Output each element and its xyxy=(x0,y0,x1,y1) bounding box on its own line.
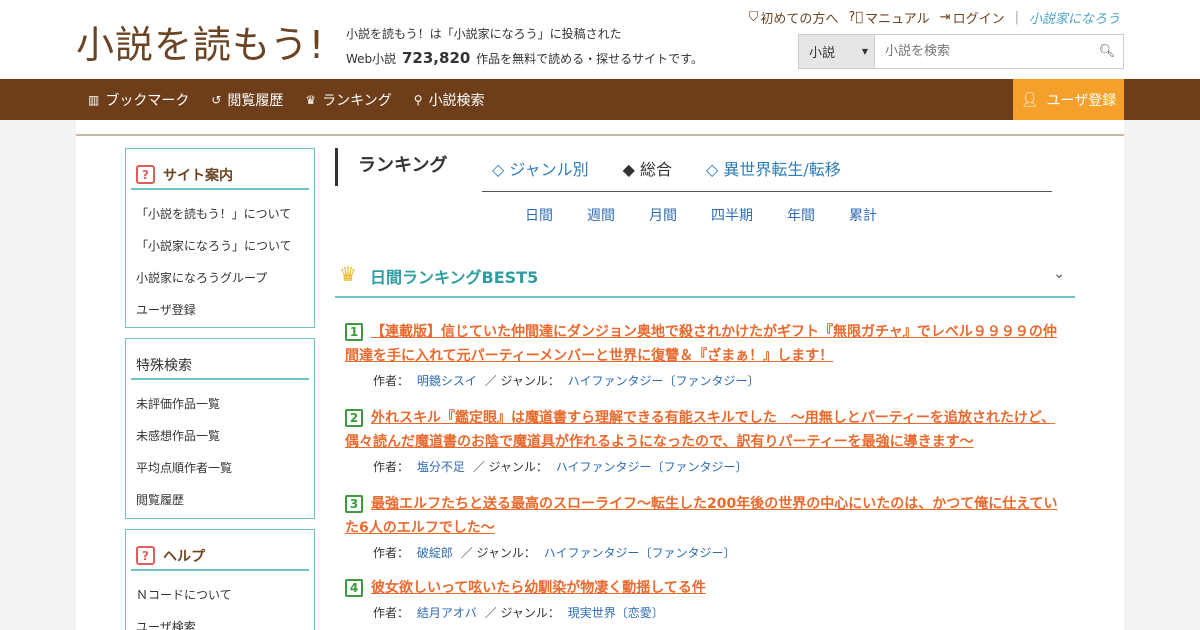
entry-meta: 作者： 明鏡シスイ ／ ジャンル： ハイファンタジー〔ファンタジー〕 xyxy=(373,374,760,388)
sidebar-item-about-yomou[interactable]: 「小説を読もう！」について xyxy=(136,198,314,230)
beginners-link[interactable]: ⛉ 初めての方へ xyxy=(749,8,839,27)
search-bar: 小説 ▼ 🔍︎ xyxy=(798,34,1124,69)
ranking-entry: 3 最強エルフたちと送る最高のスローライフ～転生した200年後の世界の中心にいたの… xyxy=(345,492,1070,561)
search-type-select[interactable]: 小説 ▼ xyxy=(799,35,875,68)
tab-underline xyxy=(482,191,1052,192)
chevron-down-icon[interactable]: ⌄ xyxy=(1053,266,1065,282)
genre-link[interactable]: ハイファンタジー〔ファンタジー〕 xyxy=(568,374,760,388)
special-search-heading: 特殊検索 xyxy=(131,351,309,380)
shield-icon: ⛉ xyxy=(748,10,759,25)
author-link[interactable]: 破綻郎 xyxy=(417,546,453,560)
entry-title-link[interactable]: 4 彼女欲しいって呟いたら幼馴染が物凄く動揺してる件 xyxy=(345,576,1070,600)
history-icon: ↺ xyxy=(211,92,222,107)
crown-icon: ♛ xyxy=(305,92,317,107)
tab-genre[interactable]: ◇ ジャンル別 xyxy=(492,156,589,180)
period-total[interactable]: 累計 xyxy=(849,205,877,225)
genre-link[interactable]: 現実世界〔恋愛〕 xyxy=(568,606,664,620)
genre-link[interactable]: ハイファンタジー〔ファンタジー〕 xyxy=(556,460,748,474)
ranking-entry: 1 【連載版】信じていた仲間達にダンジョン奥地で殺されかけたがギフト『無限ガチャ』… xyxy=(345,320,1070,389)
help-heading: ? ヘルプ xyxy=(131,542,309,571)
main-nav: ▥ ブックマーク ↺ 閲覧履歴 ♛ ランキング ⚲ 小説検索 👤︎ ユーザ登録 xyxy=(0,79,1200,120)
period-quarterly[interactable]: 四半期 xyxy=(711,205,753,225)
search-icon: 🔍︎ xyxy=(1098,44,1116,59)
search-icon: ⚲ xyxy=(413,92,423,107)
sidebar-item-user-register[interactable]: ユーザ登録 xyxy=(136,294,314,326)
crown-icon: ♛ xyxy=(339,262,357,286)
tab-overall[interactable]: ◆ 総合 xyxy=(623,156,672,180)
period-daily[interactable]: 日間 xyxy=(525,205,553,225)
period-links: 日間 週間 月間 四半期 年間 累計 xyxy=(525,205,911,225)
ranking-entry: 2 外れスキル『鑑定眼』は魔道書すら理解できる有能スキルでした ～用無しとパーティ… xyxy=(345,406,1070,475)
sidebar-item-about-narou[interactable]: 「小説家になろう」について xyxy=(136,230,314,262)
sidebar-item-no-review[interactable]: 未感想作品一覧 xyxy=(136,420,314,452)
content-divider xyxy=(76,134,1124,136)
nav-bookmark[interactable]: ▥ ブックマーク xyxy=(88,90,189,110)
tab-isekai[interactable]: ◇ 異世界転生/転移 xyxy=(706,156,841,180)
rank-badge: 1 xyxy=(345,323,363,341)
genre-link[interactable]: ハイファンタジー〔ファンタジー〕 xyxy=(544,546,736,560)
entry-title-link[interactable]: 3 最強エルフたちと送る最高のスローライフ～転生した200年後の世界の中心にいたの… xyxy=(345,492,1070,540)
question-icon: ? xyxy=(136,165,155,184)
register-button[interactable]: 👤︎ ユーザ登録 xyxy=(1013,79,1124,120)
sidebar-item-narou-group[interactable]: 小説家になろうグループ xyxy=(136,262,314,294)
narou-logo[interactable]: 小説家になろう xyxy=(1029,8,1120,27)
special-search-box: 特殊検索 未評価作品一覧 未感想作品一覧 平均点順作者一覧 閲覧履歴 xyxy=(125,338,315,519)
daily-best5-header[interactable]: ♛ 日間ランキングBEST5 ⌄ xyxy=(335,262,1075,298)
rank-badge: 3 xyxy=(345,495,363,513)
site-guide-box: ? サイト案内 「小説を読もう！」について 「小説家になろう」について 小説家に… xyxy=(125,148,315,328)
sidebar-item-user-search[interactable]: ユーザ検索 xyxy=(136,611,314,630)
best5-title: 日間ランキングBEST5 xyxy=(370,268,539,287)
entry-title-link[interactable]: 1 【連載版】信じていた仲間達にダンジョン奥地で殺されかけたがギフト『無限ガチャ』… xyxy=(345,320,1070,368)
entry-meta: 作者： 塩分不足 ／ ジャンル： ハイファンタジー〔ファンタジー〕 xyxy=(373,460,748,474)
tagline-suffix: 作品を無料で読める・探せるサイトです。 xyxy=(476,52,703,66)
rank-badge: 2 xyxy=(345,409,363,427)
sidebar-item-unrated[interactable]: 未評価作品一覧 xyxy=(136,388,314,420)
work-count: 723,820 xyxy=(402,49,471,67)
login-link[interactable]: ⇥ ログイン xyxy=(940,8,1005,27)
author-link[interactable]: 明鏡シスイ xyxy=(417,374,477,388)
sidebar-item-history[interactable]: 閲覧履歴 xyxy=(136,484,314,516)
period-yearly[interactable]: 年間 xyxy=(787,205,815,225)
site-tagline: 小説を読もう！は「小説家になろう」に投稿された Web小説 723,820 作品… xyxy=(346,22,703,71)
nav-search[interactable]: ⚲ 小説検索 xyxy=(414,90,485,110)
question-circle-icon: ?⃝ xyxy=(848,10,864,25)
site-guide-heading: ? サイト案内 xyxy=(131,161,309,190)
dropdown-arrow-icon: ▼ xyxy=(861,47,868,56)
site-logo[interactable]: 小説を読もう! xyxy=(76,14,325,69)
page-title: ランキング xyxy=(335,148,447,186)
user-icon: 👤︎ xyxy=(1020,91,1039,108)
bookmark-icon: ▥ xyxy=(88,92,100,107)
header-links: ⛉ 初めての方へ ?⃝ マニュアル ⇥ ログイン | 小説家になろう xyxy=(749,8,1120,27)
nav-ranking[interactable]: ♛ ランキング xyxy=(305,90,391,110)
sidebar-item-ncode[interactable]: Ｎコードについて xyxy=(136,579,314,611)
site-header: 小説を読もう! 小説を読もう！は「小説家になろう」に投稿された Web小説 72… xyxy=(0,0,1200,79)
ranking-tabs: ◇ ジャンル別 ◆ 総合 ◇ 異世界転生/転移 xyxy=(492,156,841,180)
content-area: ? サイト案内 「小説を読もう！」について 「小説家になろう」について 小説家に… xyxy=(76,120,1124,630)
search-input[interactable] xyxy=(875,35,1091,68)
period-monthly[interactable]: 月間 xyxy=(649,205,677,225)
login-icon: ⇥ xyxy=(939,10,951,25)
entry-meta: 作者： 結月アオバ ／ ジャンル： 現実世界〔恋愛〕 xyxy=(373,606,664,620)
question-icon: ? xyxy=(136,546,155,565)
help-box: ? ヘルプ Ｎコードについて ユーザ検索 xyxy=(125,529,315,630)
sidebar-item-avg-authors[interactable]: 平均点順作者一覧 xyxy=(136,452,314,484)
manual-link[interactable]: ?⃝ マニュアル xyxy=(848,8,929,27)
nav-history[interactable]: ↺ 閲覧履歴 xyxy=(211,90,283,110)
tagline-line1: 小説を読もう！は「小説家になろう」に投稿された xyxy=(346,27,622,41)
entry-title-link[interactable]: 2 外れスキル『鑑定眼』は魔道書すら理解できる有能スキルでした ～用無しとパーティ… xyxy=(345,406,1070,454)
period-weekly[interactable]: 週間 xyxy=(587,205,615,225)
search-button[interactable]: 🔍︎ xyxy=(1091,35,1123,68)
entry-meta: 作者： 破綻郎 ／ ジャンル： ハイファンタジー〔ファンタジー〕 xyxy=(373,546,736,560)
author-link[interactable]: 塩分不足 xyxy=(417,460,465,474)
link-divider: | xyxy=(1014,10,1019,25)
author-link[interactable]: 結月アオバ xyxy=(417,606,477,620)
tagline-prefix: Web小説 xyxy=(346,52,397,66)
ranking-entry: 4 彼女欲しいって呟いたら幼馴染が物凄く動揺してる件 作者： 結月アオバ ／ ジャ… xyxy=(345,576,1070,621)
rank-badge: 4 xyxy=(345,579,363,597)
